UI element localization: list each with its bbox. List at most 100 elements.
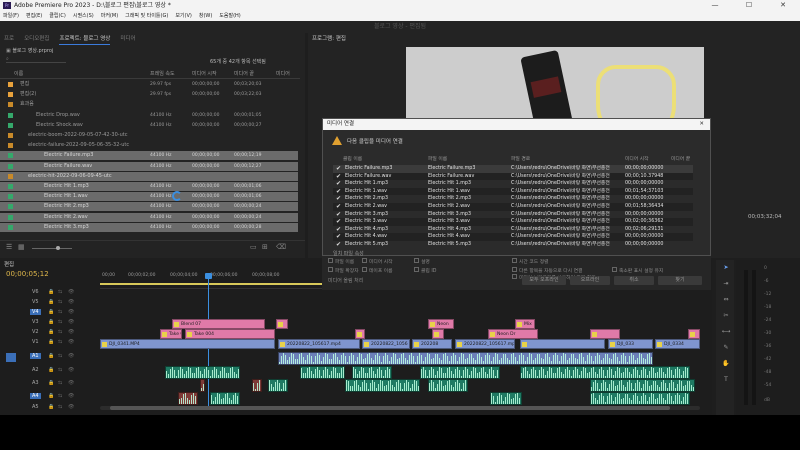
zoom-slider[interactable] [32,248,72,249]
option-checkbox[interactable]: 시간 코드 정렬 [512,258,549,265]
hand-tool-icon[interactable]: ✋ [721,360,731,370]
dcol-path[interactable]: 파일 경로 [511,155,530,162]
col-end[interactable]: 미디어 끝 [234,69,254,79]
track-header[interactable]: V6 🔒 ⇆ 👁 [0,289,98,299]
sync-icon[interactable]: ⇆ [58,393,62,399]
eye-icon[interactable]: 👁 [68,299,74,305]
dialog-clip-row[interactable]: ✔ Electric Hit 5.mp3 Electric Hit 5.mp3 C:\… [333,241,693,249]
project-list-item[interactable]: Electric Failure.wav 44100 Hz 00;00;00;00 0… [0,161,298,171]
audio-clip[interactable] [345,379,420,392]
minimize-button[interactable]: — [698,0,732,11]
dialog-clip-row[interactable]: ✔ Electric Hit 4.wav Electric Hit 4.wav C:\… [333,233,693,241]
label-color-swatch[interactable] [8,82,13,87]
dialog-clip-row[interactable]: ✔ Electric Hit 3.wav Electric Hit 3.wav C:\… [333,218,693,226]
label-color-swatch[interactable] [8,204,13,210]
audio-clip[interactable] [200,379,205,392]
audio-clip[interactable] [520,366,690,379]
audio-clip[interactable] [268,379,288,392]
label-color-swatch[interactable] [8,112,13,118]
graphic-clip[interactable]: Mix [515,319,535,329]
track-header[interactable]: A3 🔒 ⇆ 👁 [0,380,98,390]
lock-icon[interactable]: 🔒 [48,393,54,399]
row-checkbox[interactable]: ✔ [336,233,342,241]
label-color-swatch[interactable] [8,184,13,189]
graphic-clip[interactable] [276,319,288,329]
sync-icon[interactable]: ⇆ [58,309,62,315]
label-color-swatch[interactable] [8,214,13,220]
video-clip[interactable]: 202208 [412,339,452,349]
checkbox-icon[interactable] [414,267,419,272]
menu-marker[interactable]: 마커(M) [101,11,118,21]
track-name[interactable]: A3 [30,380,41,386]
sync-icon[interactable]: ⇆ [58,339,62,345]
zoom-slider-handle[interactable] [56,246,60,250]
checkbox-icon[interactable] [512,274,517,279]
label-color-swatch[interactable] [8,133,13,138]
dcol-clip[interactable]: 클립 이름 [343,155,362,162]
checkbox-icon[interactable] [362,267,367,272]
label-color-swatch[interactable] [8,102,13,108]
label-color-swatch[interactable] [8,122,13,128]
project-list-item[interactable]: electric-hit-2022-09-06-09-45-utc [0,171,298,181]
maximize-button[interactable]: ☐ [732,0,766,11]
track-name[interactable]: V6 [30,289,41,295]
track-select-tool-icon[interactable]: ⇥ [721,280,731,290]
tab-media[interactable]: 미디어 [120,33,135,45]
eye-icon[interactable]: 👁 [68,339,74,345]
audio-clip[interactable] [300,366,345,379]
sync-icon[interactable]: ⇆ [58,299,62,305]
row-checkbox[interactable]: ✔ [336,218,342,226]
track-name[interactable]: V4 [30,309,41,315]
dialog-clip-row[interactable]: ✔ Electric Hit 1.wav Electric Hit 1.wav C:\… [333,187,693,196]
label-color-swatch[interactable] [8,194,13,200]
graphic-clip[interactable]: Neon Dr [488,329,538,339]
match-option[interactable]: 파일 이름 [328,258,354,265]
eye-icon[interactable]: 👁 [68,319,74,325]
project-list-item[interactable]: Electric Shock.wav 44100 Hz 00;00;00;00 00;… [0,121,298,130]
eye-icon[interactable]: 👁 [68,309,74,315]
menu-help[interactable]: 도움말(H) [219,11,240,21]
row-checkbox[interactable]: ✔ [336,241,342,249]
video-clip[interactable]: 20220822_105617.mp4 [278,339,360,349]
video-clip[interactable]: 20220822_105617.mp4 [455,339,515,349]
lock-icon[interactable]: 🔒 [48,339,54,345]
track-header[interactable]: V3 🔒 ⇆ 👁 [0,319,98,329]
track-header[interactable]: A1 🔒 ⇆ 👁 [0,353,98,363]
video-clip[interactable]: 20220822_1056 [362,339,410,349]
cancel-button[interactable]: 취소 [614,276,654,285]
menu-view[interactable]: 보기(V) [175,11,192,21]
audio-clip[interactable] [278,352,653,365]
audio-clip[interactable] [210,392,240,405]
project-list-item[interactable]: Electric Hit 3.mp3 44100 Hz 00;00;00;00 00;… [0,222,298,232]
playhead-handle[interactable] [205,273,212,279]
label-color-swatch[interactable] [8,153,13,159]
video-clip[interactable]: DJI_0341.MP4 [100,339,275,349]
dialog-clip-row[interactable]: ✔ Electric Hit 1.mp3 Electric Hit 1.mp3 C:\… [333,180,693,188]
row-checkbox[interactable]: ✔ [336,211,342,219]
dialog-clip-row[interactable]: ✔ Electric Hit 2.mp3 Electric Hit 2.mp3 C:\… [333,195,693,203]
checkbox-icon[interactable] [414,258,419,263]
project-list-item[interactable]: 편집(2) 29.97 fps 00;00;00;00 00;03;22;03 [0,90,298,99]
lock-icon[interactable]: 🔒 [48,380,54,386]
new-bin-icon[interactable]: ▭ [250,243,257,251]
track-header[interactable]: V2 🔒 ⇆ 👁 [0,329,98,339]
track-name[interactable]: A1 [30,353,41,359]
dialog-clip-row[interactable]: ✔ Electric Hit 2.wav Electric Hit 2.wav C:\… [333,203,693,211]
track-name[interactable]: A2 [30,367,41,373]
dcol-start[interactable]: 미디어 시작 [625,155,649,162]
audio-clip[interactable] [428,379,468,392]
track-header[interactable]: V1 🔒 ⇆ 👁 [0,339,98,349]
lock-icon[interactable]: 🔒 [48,404,54,410]
audio-clip[interactable] [590,379,695,392]
tab-audio[interactable]: 오디오편집 [24,33,49,45]
col-media[interactable]: 미디어 [276,69,290,79]
track-name[interactable]: V1 [30,339,41,345]
sync-icon[interactable]: ⇆ [58,319,62,325]
col-start[interactable]: 미디어 시작 [192,69,217,79]
graphic-clip[interactable] [688,329,700,339]
col-name[interactable]: 이름 [14,69,23,79]
tab-source[interactable]: 프로 [4,33,14,45]
match-option[interactable]: 미디어 시작 [362,258,393,265]
sync-icon[interactable]: ⇆ [58,329,62,335]
label-color-swatch[interactable] [8,224,13,230]
